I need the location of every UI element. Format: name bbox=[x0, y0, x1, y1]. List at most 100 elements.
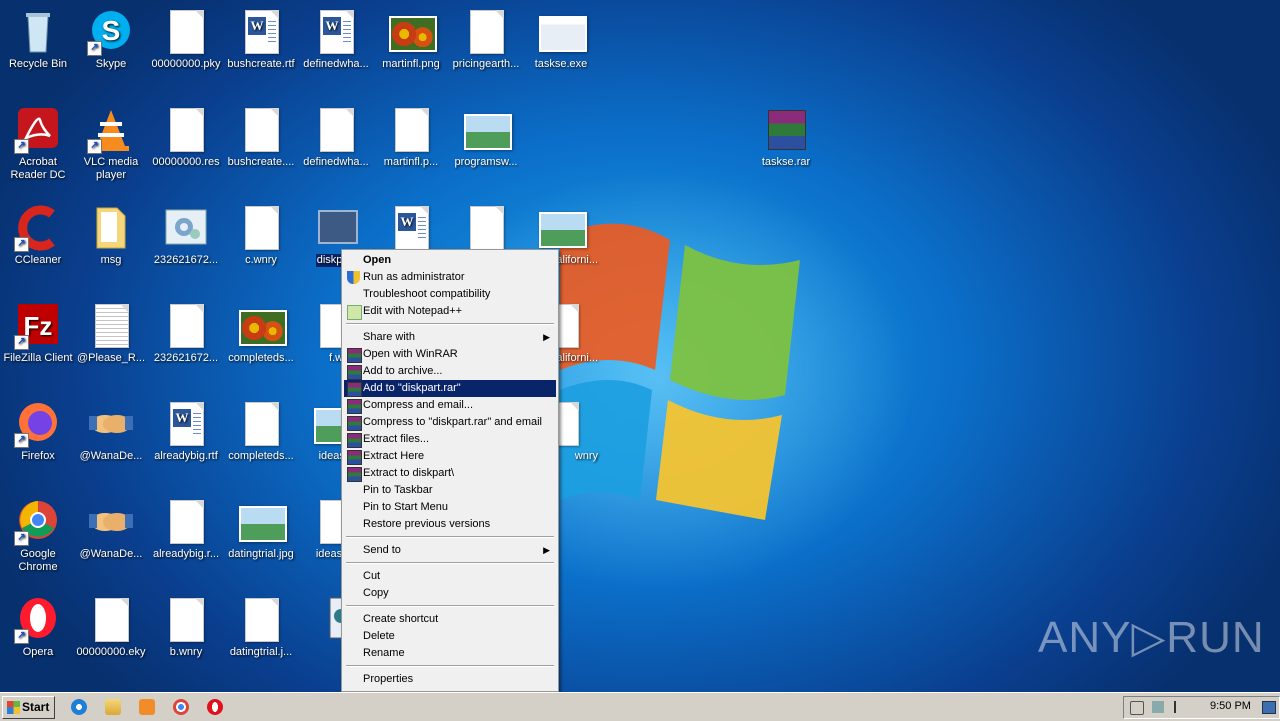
file-icon bbox=[170, 598, 204, 642]
chrome-icon[interactable] bbox=[173, 699, 189, 715]
executable-icon bbox=[539, 16, 587, 52]
menu-item-edit-with-notepad[interactable]: Edit with Notepad++ bbox=[344, 303, 556, 320]
winrar-archive-icon bbox=[768, 110, 806, 150]
desktop-icon-file[interactable]: @WanaDe... bbox=[73, 400, 149, 463]
word-document-icon: W bbox=[170, 402, 204, 446]
image-file-icon bbox=[464, 114, 512, 150]
desktop-icon-file[interactable]: martinfl.png bbox=[373, 8, 449, 71]
desktop-icon-file[interactable]: c.wnry bbox=[223, 204, 299, 267]
desktop-icon-file[interactable]: datingtrial.j... bbox=[223, 596, 299, 659]
desktop-icon-acrobat[interactable]: ↗ Acrobat Reader DC bbox=[0, 106, 76, 182]
menu-item-compress-to-diskpart-rar-and-email[interactable]: Compress to "diskpart.rar" and email bbox=[344, 414, 556, 431]
menu-item-add-to-diskpart-rar[interactable]: Add to "diskpart.rar" bbox=[344, 380, 556, 397]
start-button[interactable]: Start bbox=[2, 696, 55, 719]
menu-item-add-to-archive[interactable]: Add to archive... bbox=[344, 363, 556, 380]
file-icon bbox=[395, 108, 429, 152]
menu-item-extract-to-diskpart[interactable]: Extract to diskpart\ bbox=[344, 465, 556, 482]
desktop-icon-file[interactable] bbox=[448, 204, 524, 254]
winrar-icon bbox=[347, 399, 362, 414]
winrar-icon bbox=[347, 416, 362, 431]
menu-item-properties[interactable]: Properties bbox=[344, 671, 556, 688]
recycle-bin-icon bbox=[26, 13, 50, 53]
desktop-icon-file[interactable]: @WanaDe... bbox=[73, 498, 149, 561]
menu-item-compress-and-email[interactable]: Compress and email... bbox=[344, 397, 556, 414]
show-desktop-icon[interactable] bbox=[1262, 701, 1276, 714]
desktop-icon-file[interactable]: bushcreate.... bbox=[223, 106, 299, 169]
winrar-icon bbox=[347, 450, 362, 465]
desktop-icon-file[interactable]: alreadybig.r... bbox=[148, 498, 224, 561]
desktop-icon-recycle-bin[interactable]: Recycle Bin bbox=[0, 8, 76, 71]
file-icon bbox=[245, 108, 279, 152]
menu-item-pin-to-start-menu[interactable]: Pin to Start Menu bbox=[344, 499, 556, 516]
desktop-icon-file[interactable]: 232621672... bbox=[148, 302, 224, 365]
menu-item-troubleshoot-compatibility[interactable]: Troubleshoot compatibility bbox=[344, 286, 556, 303]
network-icon[interactable] bbox=[1152, 701, 1164, 713]
desktop-icon-file[interactable]: definedwha... bbox=[298, 106, 374, 169]
desktop-icon-label: @WanaDe... bbox=[79, 450, 143, 462]
volume-icon[interactable] bbox=[1130, 701, 1144, 715]
desktop-icon-file[interactable]: 232621672... bbox=[148, 204, 224, 267]
desktop-icon-chrome[interactable]: ↗ Google Chrome bbox=[0, 498, 76, 574]
menu-item-cut[interactable]: Cut bbox=[344, 568, 556, 585]
desktop-icon-ccleaner[interactable]: ↗ CCleaner bbox=[0, 204, 76, 267]
desktop-icon-label: FileZilla Client bbox=[3, 352, 73, 364]
clock[interactable]: 9:50 PM bbox=[1210, 700, 1251, 712]
desktop-icon-file[interactable]: datingtrial.jpg bbox=[223, 498, 299, 561]
menu-item-run-as-administrator[interactable]: Run as administrator bbox=[344, 269, 556, 286]
desktop-icon-file[interactable]: taskse.rar bbox=[748, 106, 824, 169]
menu-item-rename[interactable]: Rename bbox=[344, 645, 556, 662]
menu-item-extract-here[interactable]: Extract Here bbox=[344, 448, 556, 465]
desktop-icon-file[interactable]: martinfl.p... bbox=[373, 106, 449, 169]
image-file-icon bbox=[239, 310, 287, 346]
desktop-icon-label: datingtrial.jpg bbox=[228, 548, 294, 560]
file-icon bbox=[470, 10, 504, 54]
desktop-icon-file[interactable]: pricingearth... bbox=[448, 8, 524, 71]
desktop-icon-file[interactable]: @Please_R... bbox=[73, 302, 149, 365]
desktop-icon-label: c.wnry bbox=[245, 254, 277, 266]
desktop-icon-opera[interactable]: ↗ Opera bbox=[0, 596, 76, 659]
menu-item-share-with[interactable]: Share with ▶ bbox=[344, 329, 556, 346]
explorer-icon[interactable] bbox=[105, 699, 121, 715]
anyrun-watermark: ANY▷RUN bbox=[1038, 613, 1265, 662]
desktop-icon-file[interactable]: 00000000.pky bbox=[148, 8, 224, 71]
desktop-icon-label: alreadybig.r... bbox=[152, 548, 220, 560]
menu-separator bbox=[346, 562, 554, 564]
menu-item-open-with-winrar[interactable]: Open with WinRAR bbox=[344, 346, 556, 363]
desktop-icon-file[interactable]: completeds... bbox=[223, 302, 299, 365]
menu-item-extract-files[interactable]: Extract files... bbox=[344, 431, 556, 448]
desktop-icon-file[interactable]: W definedwha... bbox=[298, 8, 374, 71]
desktop-icon-label: 00000000.res bbox=[152, 156, 220, 168]
desktop-icon-filezilla[interactable]: Fz ↗ FileZilla Client bbox=[0, 302, 76, 365]
menu-item-create-shortcut[interactable]: Create shortcut bbox=[344, 611, 556, 628]
media-player-icon[interactable] bbox=[139, 699, 155, 715]
file-icon bbox=[245, 402, 279, 446]
desktop-icon-firefox[interactable]: ↗ Firefox bbox=[0, 400, 76, 463]
opera-icon[interactable] bbox=[207, 699, 223, 715]
desktop-icon-vlc[interactable]: ↗ VLC media player bbox=[73, 106, 149, 182]
desktop-icon-file[interactable]: b.wnry bbox=[148, 596, 224, 659]
menu-item-send-to[interactable]: Send to ▶ bbox=[344, 542, 556, 559]
desktop-icon-label: martinfl.p... bbox=[383, 156, 439, 168]
shortcut-arrow-icon: ↗ bbox=[14, 335, 29, 350]
desktop-icon-file[interactable]: 00000000.eky bbox=[73, 596, 149, 659]
menu-item-copy[interactable]: Copy bbox=[344, 585, 556, 602]
menu-item-open[interactable]: Open bbox=[344, 252, 556, 269]
internet-explorer-icon[interactable] bbox=[71, 699, 87, 715]
desktop-icon-file[interactable]: W bbox=[373, 204, 449, 254]
desktop-icon-folder[interactable]: msg bbox=[73, 204, 149, 267]
desktop-icon-file[interactable]: taskse.exe bbox=[523, 8, 599, 71]
shortcut-arrow-icon: ↗ bbox=[87, 139, 102, 154]
desktop[interactable]: Recycle Bin S ↗ Skype 00000000.pky W bush… bbox=[0, 0, 1280, 692]
desktop-icon-file[interactable]: programsw... bbox=[448, 106, 524, 169]
desktop-icon-file[interactable]: W bushcreate.rtf bbox=[223, 8, 299, 71]
desktop-icon-label: Acrobat Reader DC bbox=[10, 156, 66, 181]
menu-item-restore-previous-versions[interactable]: Restore previous versions bbox=[344, 516, 556, 533]
menu-item-pin-to-taskbar[interactable]: Pin to Taskbar bbox=[344, 482, 556, 499]
desktop-icon-file[interactable]: 00000000.res bbox=[148, 106, 224, 169]
system-tray: 9:50 PM bbox=[1123, 696, 1280, 719]
action-center-flag-icon[interactable] bbox=[1174, 701, 1186, 713]
desktop-icon-skype[interactable]: S ↗ Skype bbox=[73, 8, 149, 71]
menu-item-delete[interactable]: Delete bbox=[344, 628, 556, 645]
desktop-icon-file[interactable]: completeds... bbox=[223, 400, 299, 463]
desktop-icon-file[interactable]: W alreadybig.rtf bbox=[148, 400, 224, 463]
